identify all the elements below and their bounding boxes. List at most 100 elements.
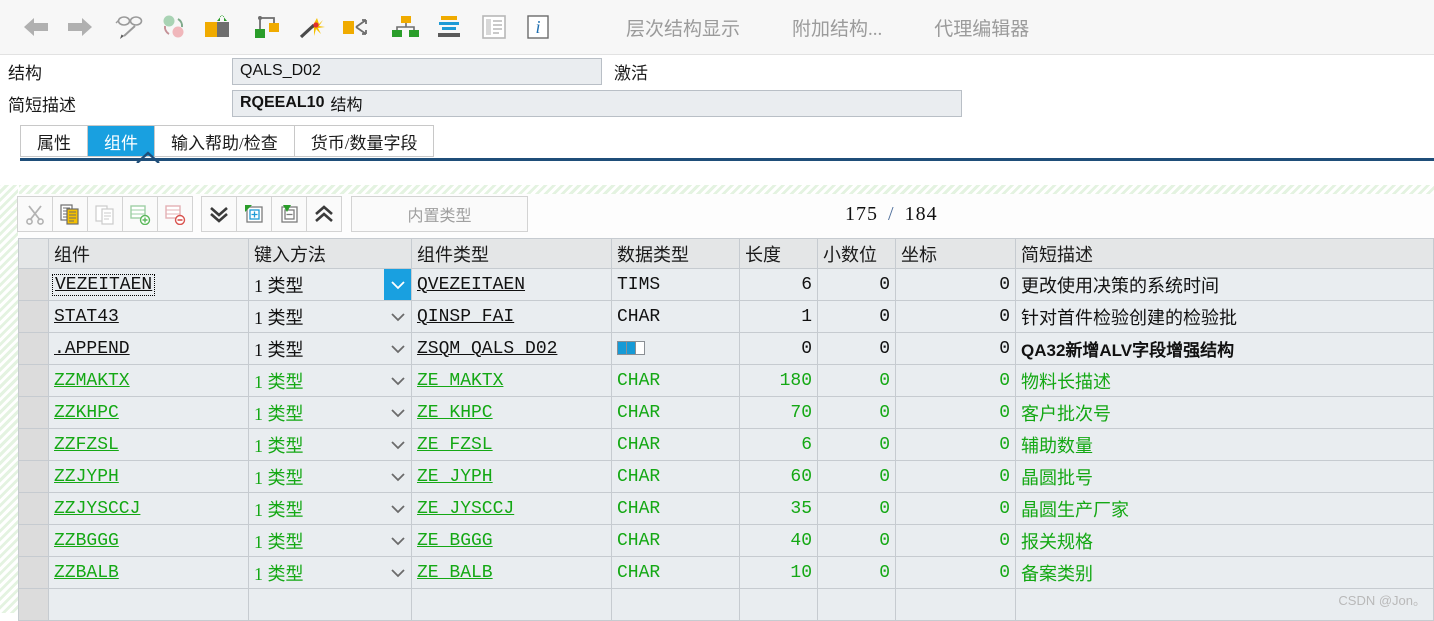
cell-key-method[interactable]: 1 类型	[248, 428, 412, 461]
structure-input[interactable]: QALS_D02	[232, 57, 602, 85]
cell-component[interactable]: ZZBALB	[48, 556, 249, 589]
cell-component[interactable]	[48, 588, 249, 621]
refresh-circles-icon[interactable]	[152, 7, 196, 47]
cell-key-method[interactable]: 1 类型	[248, 300, 412, 333]
cell-component[interactable]: .APPEND	[48, 332, 249, 365]
delete-row-icon[interactable]	[157, 196, 193, 232]
cell-component[interactable]: ZZJYPH	[48, 460, 249, 493]
column-header-4[interactable]: 长度	[739, 238, 818, 269]
hierarchy-display-button[interactable]: 层次结构显示	[600, 14, 766, 41]
table-row[interactable]: ZZBGGG 1 类型 ZE_BGGG CHAR 40 0 0 报关规格	[18, 524, 1434, 557]
table-row[interactable]: ZZMAKTX 1 类型 ZE_MAKTX CHAR 180 0 0 物料长描述	[18, 364, 1434, 397]
row-select-cell[interactable]	[18, 300, 49, 333]
tab-3[interactable]: 货币/数量字段	[295, 126, 434, 156]
table-row[interactable]: STAT43 1 类型 QINSP_FAI CHAR 1 0 0 针对首件检验创建的检验批	[18, 300, 1434, 333]
insert-before-icon[interactable]	[271, 196, 307, 232]
cell-component-type[interactable]: ZE_JYSCCJ	[411, 492, 612, 525]
column-header-1[interactable]: 键入方法	[248, 238, 412, 269]
cell-component-type[interactable]: ZE_KHPC	[411, 396, 612, 429]
row-select-cell[interactable]	[18, 364, 49, 397]
scroll-down-icon[interactable]	[201, 196, 237, 232]
row-select-cell[interactable]	[18, 332, 49, 365]
cell-component-type[interactable]: QVEZEITAEN	[411, 268, 612, 301]
row-select-cell[interactable]	[18, 268, 49, 301]
column-header-7[interactable]: 简短描述	[1015, 238, 1434, 269]
paste-icon[interactable]	[87, 196, 123, 232]
package-transport-icon[interactable]	[196, 7, 240, 47]
chevron-down-icon[interactable]	[384, 398, 411, 428]
documentation-icon[interactable]	[472, 7, 516, 47]
row-select-cell[interactable]	[18, 588, 49, 621]
insert-row-icon[interactable]	[122, 196, 158, 232]
chevron-down-icon[interactable]	[384, 558, 411, 588]
info-icon[interactable]: i	[516, 7, 560, 47]
chevron-down-icon[interactable]	[384, 494, 411, 524]
tab-2[interactable]: 输入帮助/检查	[155, 126, 295, 156]
column-header-0[interactable]: 组件	[48, 238, 249, 269]
table-row[interactable]: ZZFZSL 1 类型 ZE_FZSL CHAR 6 0 0 辅助数量	[18, 428, 1434, 461]
chevron-down-icon[interactable]	[384, 334, 411, 364]
cell-component-type[interactable]: ZE_JYPH	[411, 460, 612, 493]
chevron-down-icon[interactable]	[384, 366, 411, 396]
row-select-cell[interactable]	[18, 428, 49, 461]
cell-component[interactable]: ZZFZSL	[48, 428, 249, 461]
cell-component-type[interactable]: ZE_MAKTX	[411, 364, 612, 397]
cell-key-method[interactable]: 1 类型	[248, 364, 412, 397]
cell-component[interactable]: STAT43	[48, 300, 249, 333]
row-select-cell[interactable]	[18, 556, 49, 589]
cell-component-type[interactable]: QINSP_FAI	[411, 300, 612, 333]
cell-component[interactable]: ZZBGGG	[48, 524, 249, 557]
row-select-cell[interactable]	[18, 492, 49, 525]
cell-key-method[interactable]: 1 类型	[248, 524, 412, 557]
back-arrow-icon[interactable]	[14, 7, 58, 47]
table-row[interactable]: .APPEND 1 类型 ZSQM_QALS_D02 0 0 0 QA32新增ALV字段增强…	[18, 332, 1434, 365]
copy-icon[interactable]	[52, 196, 88, 232]
table-row[interactable]: ZZBALB 1 类型 ZE_BALB CHAR 10 0 0 备案类别	[18, 556, 1434, 589]
stack-layers-icon[interactable]	[428, 7, 472, 47]
append-structure-button[interactable]: 附加结构...	[766, 14, 908, 41]
column-header-6[interactable]: 坐标	[895, 238, 1016, 269]
cell-key-method[interactable]: 1 类型	[248, 268, 412, 301]
cell-component[interactable]: VEZEITAEN	[48, 268, 249, 301]
row-select-cell[interactable]	[18, 396, 49, 429]
proxy-editor-button[interactable]: 代理编辑器	[908, 14, 1055, 41]
table-row[interactable]: ZZJYPH 1 类型 ZE_JYPH CHAR 60 0 0 晶圆批号	[18, 460, 1434, 493]
cell-component-type[interactable]: ZE_FZSL	[411, 428, 612, 461]
table-row[interactable]: VEZEITAEN 1 类型 QVEZEITAEN TIMS 6 0 0 更改使用决策的系统时…	[18, 268, 1434, 301]
description-input[interactable]: RQEEAL10 结构	[232, 89, 962, 117]
builtin-type-button[interactable]: 内置类型	[351, 196, 528, 232]
column-header-2[interactable]: 组件类型	[411, 238, 612, 269]
cell-key-method[interactable]: 1 类型	[248, 556, 412, 589]
forward-arrow-icon[interactable]	[58, 7, 102, 47]
chevron-down-icon[interactable]	[384, 462, 411, 492]
magic-wand-icon[interactable]	[290, 7, 334, 47]
chevron-down-icon[interactable]	[384, 302, 411, 332]
cell-component-type[interactable]: ZSQM_QALS_D02	[411, 332, 612, 365]
row-select-cell[interactable]	[18, 460, 49, 493]
column-header-3[interactable]: 数据类型	[611, 238, 740, 269]
tab-0[interactable]: 属性	[21, 126, 88, 156]
cell-key-method[interactable]: 1 类型	[248, 460, 412, 493]
chevron-down-icon[interactable]	[384, 526, 411, 556]
table-row[interactable]: ZZKHPC 1 类型 ZE_KHPC CHAR 70 0 0 客户批次号	[18, 396, 1434, 429]
column-header-5[interactable]: 小数位	[817, 238, 896, 269]
cell-component[interactable]: ZZJYSCCJ	[48, 492, 249, 525]
chevron-down-icon[interactable]	[384, 269, 411, 300]
cell-component-type[interactable]: ZE_BGGG	[411, 524, 612, 557]
cell-key-method[interactable]	[248, 588, 412, 621]
scroll-up-icon[interactable]	[306, 196, 342, 232]
cell-key-method[interactable]: 1 类型	[248, 396, 412, 429]
cell-component[interactable]: ZZKHPC	[48, 396, 249, 429]
cell-component-type[interactable]: ZE_BALB	[411, 556, 612, 589]
structure-tree-icon[interactable]	[384, 7, 428, 47]
where-used-icon[interactable]	[334, 7, 378, 47]
cell-key-method[interactable]: 1 类型	[248, 492, 412, 525]
glasses-pencil-icon[interactable]	[108, 7, 152, 47]
cell-component-type[interactable]	[411, 588, 612, 621]
hierarchy-build-icon[interactable]	[246, 7, 290, 47]
cell-component[interactable]: ZZMAKTX	[48, 364, 249, 397]
table-row[interactable]: ZZJYSCCJ 1 类型 ZE_JYSCCJ CHAR 35 0 0 晶圆生产厂家	[18, 492, 1434, 525]
grid-select-column-header[interactable]	[18, 238, 49, 269]
cut-icon[interactable]	[17, 196, 53, 232]
row-select-cell[interactable]	[18, 524, 49, 557]
